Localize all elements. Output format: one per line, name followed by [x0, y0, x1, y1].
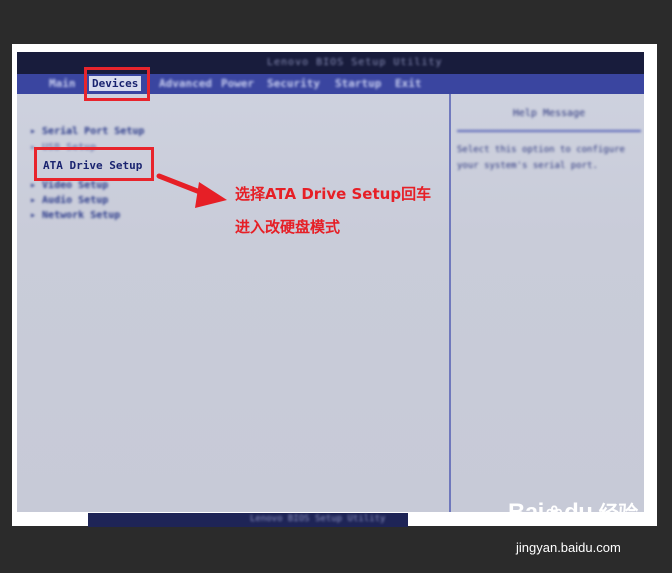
paw-icon: ❀	[545, 503, 563, 525]
baidu-watermark: Bai ❀du 经验	[508, 497, 638, 527]
menu-power[interactable]: Power	[221, 77, 254, 90]
bios-title: Lenovo BIOS Setup Utility	[267, 57, 443, 68]
watermark-url: jingyan.baidu.com	[516, 540, 621, 555]
red-arrow-icon	[156, 173, 227, 208]
help-text: Select this option to configure your sys…	[457, 145, 625, 171]
bios-bottom-text: Lenovo BIOS Setup Utility	[250, 514, 386, 524]
item-audio-setup[interactable]: ▸ Audio Setup	[30, 195, 108, 206]
help-header: Help Message	[457, 100, 641, 132]
highlight-devices-box	[84, 67, 150, 101]
annotation-line-2: 进入改硬盘模式	[235, 218, 341, 236]
menu-main[interactable]: Main	[49, 77, 76, 90]
bios-screen: Lenovo BIOS Setup Utility Main Devices A…	[17, 52, 644, 512]
item-video-setup[interactable]: ▸ Video Setup	[30, 180, 108, 191]
menu-startup[interactable]: Startup	[335, 77, 381, 90]
bios-help-pane: Help Message Select this option to confi…	[451, 94, 644, 512]
annotation-line-1: 选择ATA Drive Setup回车	[235, 185, 432, 203]
watermark-brand: Bai ❀du 经验	[508, 499, 638, 526]
highlight-ata-box	[34, 147, 154, 181]
item-network-setup[interactable]: ▸ Network Setup	[30, 210, 120, 221]
menu-security[interactable]: Security	[267, 77, 320, 90]
menu-exit[interactable]: Exit	[395, 77, 422, 90]
menu-advanced[interactable]: Advanced	[159, 77, 212, 90]
item-serial-port-setup[interactable]: ▸ Serial Port Setup	[30, 126, 144, 137]
